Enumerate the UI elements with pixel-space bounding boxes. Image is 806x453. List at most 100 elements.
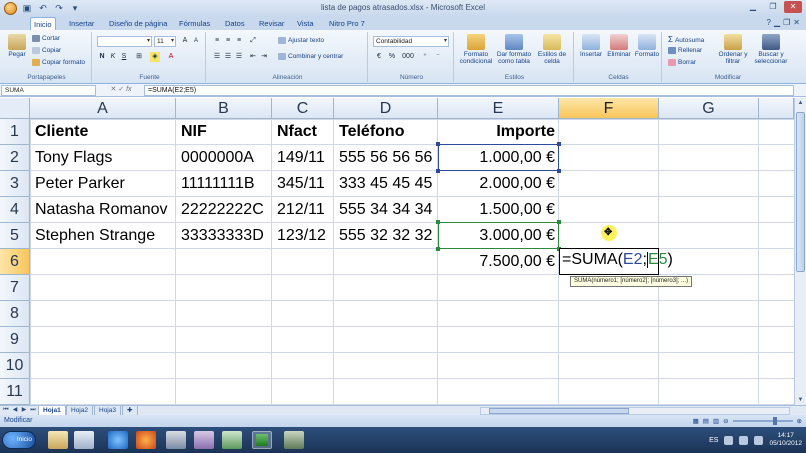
last-sheet-icon[interactable]: ⏭: [29, 406, 37, 415]
copy-button[interactable]: Copiar: [32, 47, 61, 54]
range-handle[interactable]: [436, 247, 440, 251]
fill-color-icon[interactable]: ◈: [150, 52, 160, 62]
paste-button[interactable]: Pegar: [4, 34, 30, 58]
header-nfact[interactable]: Nfact: [274, 119, 320, 145]
column-header-g[interactable]: G: [659, 98, 759, 119]
cell-grid[interactable]: Cliente NIF Nfact Teléfono Importe Tony …: [30, 119, 794, 405]
zoom-knob[interactable]: [772, 417, 777, 425]
fill-button[interactable]: Rellenar: [668, 47, 702, 54]
maximize-icon[interactable]: ❐: [764, 1, 782, 13]
fx-icon[interactable]: fx: [126, 86, 131, 93]
row-header-2[interactable]: 2: [0, 145, 30, 171]
cell-c3[interactable]: 345/11: [274, 171, 328, 197]
insert-cells-button[interactable]: Insertar: [578, 34, 604, 58]
percent-button[interactable]: %: [387, 52, 397, 62]
header-telefono[interactable]: Teléfono: [336, 119, 407, 145]
media-icon[interactable]: [222, 431, 242, 449]
column-header-e[interactable]: E: [438, 98, 559, 119]
ie-icon[interactable]: [108, 431, 128, 449]
tab-datos[interactable]: Datos: [222, 17, 248, 30]
underline-button[interactable]: S: [119, 52, 129, 62]
cell-styles-button[interactable]: Estilos de celda: [534, 34, 570, 65]
increase-indent-icon[interactable]: ⇥: [259, 52, 269, 62]
format-cells-button[interactable]: Formato: [634, 34, 660, 58]
thousands-button[interactable]: 000: [400, 52, 416, 62]
font-size-select[interactable]: 11: [154, 36, 176, 47]
row-header-6[interactable]: 6: [0, 249, 30, 275]
increase-decimal-icon[interactable]: ⁺: [420, 52, 430, 62]
column-header-a[interactable]: A: [30, 98, 176, 119]
cell-c2[interactable]: 149/11: [274, 145, 328, 171]
conditional-format-button[interactable]: Formato condicional: [458, 34, 494, 65]
next-sheet-icon[interactable]: ▶: [20, 406, 28, 415]
cell-d4[interactable]: 555 34 34 34: [336, 197, 435, 223]
tab-inicio[interactable]: Inicio: [30, 17, 56, 30]
range-handle[interactable]: [436, 142, 440, 146]
row-header-8[interactable]: 8: [0, 301, 30, 327]
app-icon[interactable]: [194, 431, 214, 449]
tab-formulas[interactable]: Fórmulas: [176, 17, 213, 30]
shrink-font-icon[interactable]: A: [191, 36, 201, 46]
align-middle-icon[interactable]: ≡: [223, 36, 233, 46]
cell-b5[interactable]: 33333333D: [178, 223, 267, 249]
cell-e6-total[interactable]: 7.500,00 €: [438, 249, 558, 275]
scroll-up-icon[interactable]: ▲: [795, 98, 806, 108]
autosum-button[interactable]: Σ Autosuma: [668, 35, 704, 44]
recorder-icon[interactable]: [284, 431, 304, 449]
clock[interactable]: 14:17 05/10/2012: [769, 432, 802, 448]
range-handle[interactable]: [436, 169, 440, 173]
row-header-11[interactable]: 11: [0, 379, 30, 405]
firefox-icon[interactable]: [136, 431, 156, 449]
format-as-table-button[interactable]: Dar formato como tabla: [496, 34, 532, 65]
cell-c4[interactable]: 212/11: [274, 197, 328, 223]
column-header-h[interactable]: [759, 98, 794, 119]
row-header-9[interactable]: 9: [0, 327, 30, 353]
range-handle[interactable]: [557, 169, 561, 173]
row-header-5[interactable]: 5: [0, 223, 30, 249]
language-indicator[interactable]: ES: [709, 437, 718, 444]
cell-e3[interactable]: 2.000,00 €: [438, 171, 558, 197]
align-center-icon[interactable]: ☰: [223, 52, 233, 62]
desktop-icon[interactable]: [74, 431, 94, 449]
align-right-icon[interactable]: ☰: [234, 52, 244, 62]
minimize-icon[interactable]: ▁: [744, 1, 762, 13]
number-format-select[interactable]: Contabilidad: [373, 36, 449, 47]
range-handle[interactable]: [557, 220, 561, 224]
close-icon[interactable]: ✕: [784, 1, 802, 13]
zoom-out-icon[interactable]: ⊖: [723, 417, 728, 425]
column-header-d[interactable]: D: [334, 98, 438, 119]
format-painter-button[interactable]: Copiar formato: [32, 59, 85, 66]
header-importe[interactable]: Importe: [438, 119, 558, 145]
network-icon[interactable]: [739, 435, 749, 445]
font-name-select[interactable]: [97, 36, 152, 47]
enter-icon[interactable]: ✓: [118, 86, 124, 93]
font-color-icon[interactable]: A: [166, 52, 176, 62]
cell-b4[interactable]: 22222222C: [178, 197, 267, 223]
zoom-slider[interactable]: [732, 417, 793, 425]
excel-taskbar-icon[interactable]: [252, 431, 272, 449]
align-top-icon[interactable]: ≡: [212, 36, 222, 46]
row-header-7[interactable]: 7: [0, 275, 30, 301]
cell-d2[interactable]: 555 56 56 56: [336, 145, 435, 171]
header-nif[interactable]: NIF: [178, 119, 210, 145]
cell-a3[interactable]: Peter Parker: [32, 171, 128, 197]
cell-a4[interactable]: Natasha Romanov: [32, 197, 171, 223]
row-header-10[interactable]: 10: [0, 353, 30, 379]
range-handle[interactable]: [557, 142, 561, 146]
column-header-b[interactable]: B: [176, 98, 272, 119]
tab-insertar[interactable]: Insertar: [66, 17, 97, 30]
cell-c5[interactable]: 123/12: [274, 223, 329, 249]
select-all-corner[interactable]: [0, 98, 30, 119]
find-select-button[interactable]: Buscar y seleccionar: [752, 34, 790, 65]
decrease-decimal-icon[interactable]: ⁻: [433, 52, 443, 62]
cut-button[interactable]: Cortar: [32, 35, 60, 42]
grow-font-icon[interactable]: A: [180, 36, 190, 46]
decrease-indent-icon[interactable]: ⇤: [248, 52, 258, 62]
column-header-c[interactable]: C: [272, 98, 334, 119]
wrap-text-button[interactable]: Ajustar texto: [278, 37, 324, 44]
align-bottom-icon[interactable]: ≡: [234, 36, 244, 46]
tab-nitro[interactable]: Nitro Pro 7: [326, 17, 368, 30]
row-header-4[interactable]: 4: [0, 197, 30, 223]
row-header-1[interactable]: 1: [0, 119, 30, 145]
header-cliente[interactable]: Cliente: [32, 119, 91, 145]
